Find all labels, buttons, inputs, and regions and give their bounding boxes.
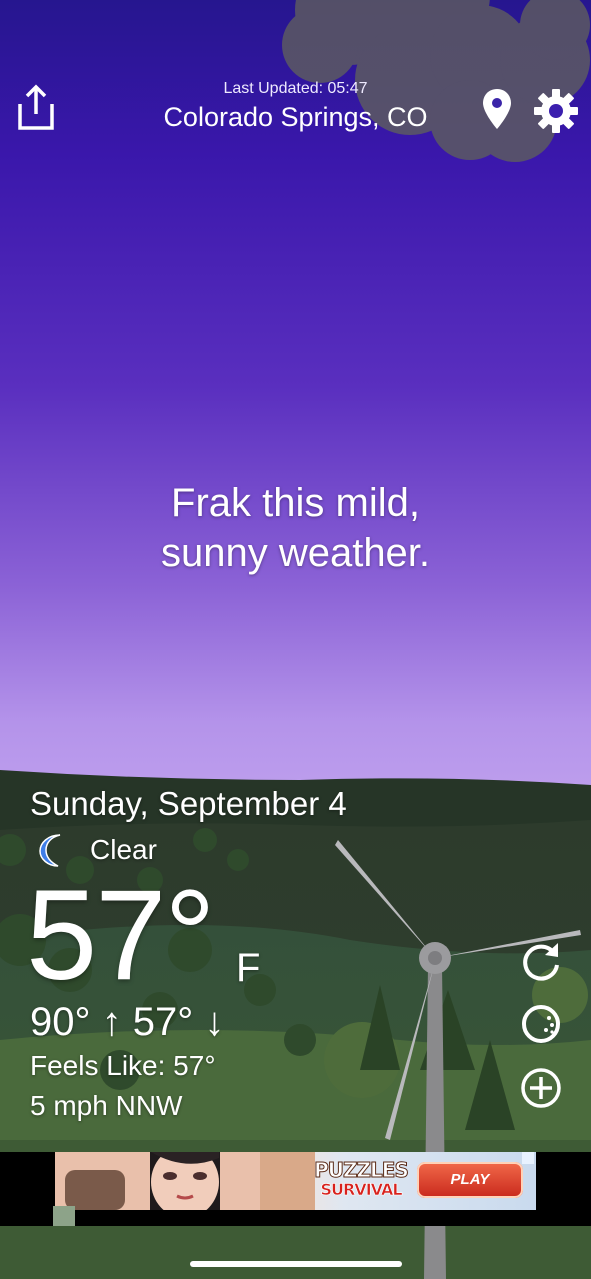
- gear-icon[interactable]: [533, 88, 579, 134]
- high-low-temperature: 90° ↑ 57° ↓: [30, 1000, 225, 1044]
- ad-character-illustration: [55, 1152, 315, 1210]
- slogan-line-1: Frak this mild,: [171, 481, 420, 525]
- ad-info-icon[interactable]: [53, 1206, 75, 1226]
- plus-circle-icon[interactable]: [519, 1066, 563, 1110]
- refresh-icon[interactable]: [519, 939, 563, 983]
- ad-bar: PUZZLES SURVIVAL PLAY: [0, 1152, 591, 1226]
- home-indicator[interactable]: [190, 1261, 402, 1267]
- weather-slogan: Frak this mild, sunny weather.: [0, 478, 591, 578]
- ad-play-button[interactable]: PLAY: [417, 1162, 523, 1198]
- slogan-line-2: sunny weather.: [160, 531, 431, 575]
- ad-subtitle: SURVIVAL: [320, 1180, 403, 1200]
- location-pin-icon[interactable]: [481, 88, 513, 130]
- temperature-unit[interactable]: F: [236, 946, 260, 991]
- date-label: Sunday, September 4: [30, 785, 347, 822]
- ad-title: PUZZLES: [314, 1158, 410, 1182]
- radar-icon[interactable]: [519, 1002, 563, 1046]
- crescent-moon-icon: [39, 834, 61, 867]
- top-bar: Last Updated: 05:47 Colorado Springs, CO: [0, 70, 591, 150]
- wind-label: 5 mph NNW: [30, 1090, 183, 1121]
- ad-choices-icon[interactable]: [522, 1152, 534, 1164]
- condition-label: Clear: [90, 834, 157, 865]
- current-temperature: 57°: [26, 864, 216, 1007]
- feels-like-label: Feels Like: 57°: [30, 1050, 216, 1081]
- ad-banner[interactable]: PUZZLES SURVIVAL PLAY: [55, 1152, 536, 1210]
